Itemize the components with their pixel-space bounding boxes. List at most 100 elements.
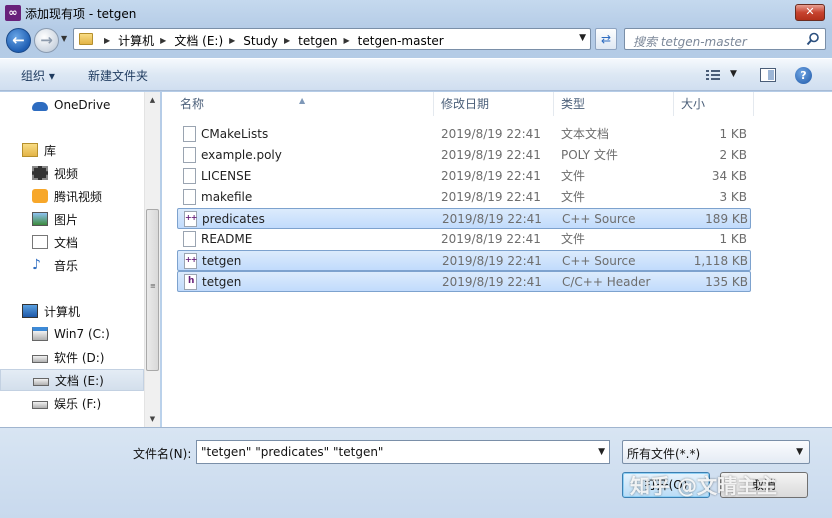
scroll-thumb[interactable]: ≡ xyxy=(146,209,159,371)
address-bar[interactable]: ▶ 计算机 ▶ 文档 (E:) ▶ Study ▶ tetgen ▶ tetgen-master … xyxy=(73,28,591,50)
view-dropdown-icon[interactable]: ▼ xyxy=(730,69,737,79)
column-header-size[interactable]: 大小 xyxy=(674,92,754,116)
sidebar-item[interactable]: 库 xyxy=(0,139,144,161)
sidebar-item[interactable]: 软件 (D:) xyxy=(0,346,144,368)
file-type: 文件 xyxy=(561,190,586,204)
file-icon xyxy=(183,147,196,163)
cpp-source-icon xyxy=(184,253,197,269)
tencent-video-icon xyxy=(32,189,48,203)
file-type: 文件 xyxy=(561,232,586,246)
file-size: 3 KB xyxy=(719,190,747,204)
file-row[interactable]: README 2019/8/19 22:41 文件 1 KB xyxy=(177,229,751,250)
filetype-dropdown-icon[interactable]: ▼ xyxy=(796,447,803,457)
column-name-label: 名称 xyxy=(180,97,205,111)
view-options-icon[interactable] xyxy=(705,68,721,82)
file-row[interactable]: LICENSE 2019/8/19 22:41 文件 34 KB xyxy=(177,166,751,187)
folder-icon xyxy=(79,33,93,45)
file-row[interactable]: makefile 2019/8/19 22:41 文件 3 KB xyxy=(177,187,751,208)
picture-icon xyxy=(32,212,48,226)
file-size: 34 KB xyxy=(711,169,747,183)
breadcrumb-item[interactable]: 文档 (E:) xyxy=(174,32,223,49)
breadcrumb-separator-icon[interactable]: ▶ xyxy=(284,36,290,45)
file-name: predicates xyxy=(202,212,265,226)
sidebar-item[interactable]: ♪ 音乐 xyxy=(0,254,144,276)
filetype-value: 所有文件(*.*) xyxy=(627,447,701,461)
file-icon xyxy=(183,231,196,247)
file-row[interactable]: CMakeLists 2019/8/19 22:41 文本文档 1 KB xyxy=(177,124,751,145)
sidebar-item[interactable]: 文档 (E:) xyxy=(0,369,144,391)
close-button[interactable]: ✕ xyxy=(795,4,825,21)
file-list: 名称 ▲ 修改日期 类型 大小 CMakeLists 2019/8/19 22:4… xyxy=(162,92,832,427)
nav-scrollbar[interactable]: ▲ ≡ ▼ xyxy=(144,92,160,427)
sidebar-item[interactable]: 文档 xyxy=(0,231,144,253)
sidebar-item-label: 音乐 xyxy=(54,258,79,273)
sidebar-item[interactable]: OneDrive xyxy=(0,94,144,116)
file-name: makefile xyxy=(201,190,253,204)
file-type: 文件 xyxy=(561,169,586,183)
sidebar-item-label: 视频 xyxy=(54,166,79,181)
search-icon[interactable] xyxy=(806,32,820,46)
organize-button[interactable]: 组织 ▾ xyxy=(21,67,55,84)
scroll-up-icon[interactable]: ▲ xyxy=(145,92,160,108)
file-name: CMakeLists xyxy=(201,127,269,141)
title-bar: ∞ 添加现有项 - tetgen ✕ xyxy=(0,0,832,26)
breadcrumb-item[interactable]: tetgen-master xyxy=(358,34,444,48)
file-icon xyxy=(183,168,196,184)
column-type-label: 类型 xyxy=(561,97,586,111)
address-dropdown-icon[interactable]: ▼ xyxy=(579,33,586,43)
file-type: C++ Source xyxy=(562,212,636,226)
drive-icon xyxy=(32,354,48,363)
file-size: 135 KB xyxy=(705,275,748,289)
file-size: 1 KB xyxy=(719,232,747,246)
file-type: POLY 文件 xyxy=(561,148,618,162)
sidebar-item[interactable]: 图片 xyxy=(0,208,144,230)
forward-button[interactable]: → xyxy=(34,28,59,53)
cloud-icon xyxy=(32,102,48,111)
sidebar-item[interactable]: Win7 (C:) xyxy=(0,323,144,345)
preview-pane-icon[interactable] xyxy=(760,68,776,82)
file-name: example.poly xyxy=(201,148,282,162)
cpp-source-icon xyxy=(184,211,197,227)
column-header-type[interactable]: 类型 xyxy=(554,92,674,116)
refresh-button[interactable]: ⇄ xyxy=(595,28,617,50)
sidebar-item[interactable]: 计算机 xyxy=(0,300,144,322)
breadcrumb-item[interactable]: Study xyxy=(243,34,278,48)
file-row[interactable]: predicates 2019/8/19 22:41 C++ Source 189 K… xyxy=(177,208,751,229)
filename-input[interactable]: "tetgen" "predicates" "tetgen" ▼ xyxy=(196,440,610,464)
filetype-select[interactable]: 所有文件(*.*) ▼ xyxy=(622,440,810,464)
column-header-date[interactable]: 修改日期 xyxy=(434,92,554,116)
sidebar-item[interactable]: 腾讯视频 xyxy=(0,185,144,207)
scroll-down-icon[interactable]: ▼ xyxy=(145,411,160,427)
file-row[interactable]: tetgen 2019/8/19 22:41 C/C++ Header 135 KB xyxy=(177,271,751,292)
command-bar: 组织 ▾ 新建文件夹 ▼ ? xyxy=(0,58,832,91)
filename-dropdown-icon[interactable]: ▼ xyxy=(598,447,605,457)
file-size: 2 KB xyxy=(719,148,747,162)
sidebar-item-label: 软件 (D:) xyxy=(54,350,105,365)
file-name: LICENSE xyxy=(201,169,252,183)
file-date: 2019/8/19 22:41 xyxy=(441,232,541,246)
help-icon[interactable]: ? xyxy=(795,67,812,84)
file-row[interactable]: tetgen 2019/8/19 22:41 C++ Source 1,118 KB xyxy=(177,250,751,271)
navigation-pane: OneDrive 库视频腾讯视频 图片 文档 ♪ 音乐计算机 Win7 (C:) 软件 (D:… xyxy=(0,92,160,427)
search-input[interactable]: 搜索 tetgen-master xyxy=(624,28,826,50)
file-date: 2019/8/19 22:41 xyxy=(441,148,541,162)
breadcrumb-separator-icon[interactable]: ▶ xyxy=(104,36,110,45)
recent-locations-icon[interactable]: ▼ xyxy=(61,34,71,46)
file-type: 文本文档 xyxy=(561,127,610,141)
breadcrumb-item[interactable]: tetgen xyxy=(298,34,337,48)
filename-value: "tetgen" "predicates" "tetgen" xyxy=(201,445,384,459)
search-placeholder: 搜索 tetgen-master xyxy=(633,35,747,49)
breadcrumb-separator-icon[interactable]: ▶ xyxy=(344,36,350,45)
new-folder-button[interactable]: 新建文件夹 xyxy=(88,67,148,84)
sidebar-item[interactable]: 视频 xyxy=(0,162,144,184)
breadcrumb-separator-icon[interactable]: ▶ xyxy=(229,36,235,45)
breadcrumb-item[interactable]: 计算机 xyxy=(118,32,154,49)
file-size: 1 KB xyxy=(719,127,747,141)
back-button[interactable]: ← xyxy=(6,28,31,53)
file-row[interactable]: example.poly 2019/8/19 22:41 POLY 文件 2 KB xyxy=(177,145,751,166)
file-icon xyxy=(183,126,196,142)
sidebar-item[interactable]: 娱乐 (F:) xyxy=(0,392,144,414)
sidebar-item-label: 娱乐 (F:) xyxy=(54,396,102,411)
breadcrumb-separator-icon[interactable]: ▶ xyxy=(160,36,166,45)
column-header-name[interactable]: 名称 ▲ xyxy=(162,92,434,116)
